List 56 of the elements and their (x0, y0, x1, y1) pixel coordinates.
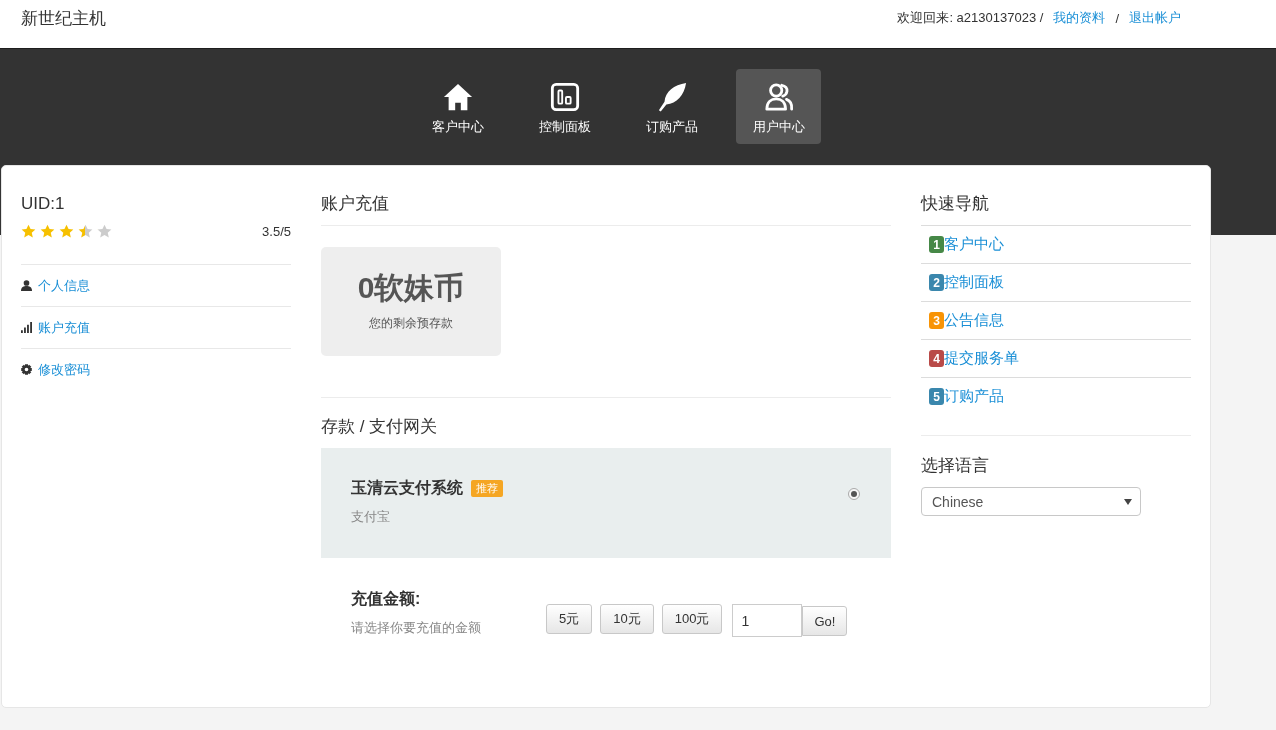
nav-tab[interactable]: 订购产品 (629, 69, 714, 144)
number-badge: 2 (929, 274, 944, 291)
menu-link[interactable]: 修改密码 (21, 360, 90, 379)
section-title: 选择语言 (921, 455, 989, 477)
menu-link[interactable]: 个人信息 (21, 276, 90, 295)
language-select[interactable]: Chinese (921, 487, 1141, 516)
amount-button[interactable]: 10元 (600, 604, 654, 634)
panel-icon (549, 81, 580, 112)
menu-link[interactable]: 账户充值 (21, 318, 90, 337)
quick-nav-link[interactable]: 4 提交服务单 (929, 349, 1019, 368)
gateway-option[interactable]: 玉清云支付系统 推荐 支付宝 (321, 448, 891, 558)
user-icon (21, 280, 32, 291)
section-title: 存款 / 支付网关 (321, 416, 438, 438)
nav-tab[interactable]: 用户中心 (736, 69, 821, 144)
gateway-name: 玉清云支付系统 (351, 478, 463, 498)
section-title: 账户充值 (321, 193, 389, 215)
submit-button[interactable]: Go! (802, 606, 848, 636)
amount-button[interactable]: 100元 (661, 604, 723, 634)
site-title: 新世纪主机 (21, 7, 106, 30)
recommend-badge: 推荐 (471, 479, 503, 497)
users-icon (763, 81, 794, 112)
link-separator: / (1115, 10, 1119, 26)
radio-button[interactable] (848, 488, 860, 500)
star-icon (59, 223, 74, 239)
amount-input[interactable]: 1 (732, 604, 803, 637)
number-badge: 3 (929, 312, 944, 329)
feather-icon (656, 81, 687, 112)
number-badge: 5 (929, 388, 944, 405)
nav-tab[interactable]: 客户中心 (415, 69, 500, 144)
quick-nav-link[interactable]: 5 订购产品 (929, 387, 1004, 406)
balance-amount: 0软妹币 (357, 270, 465, 306)
user-id: UID:1 (21, 193, 65, 215)
caret-icon (1124, 498, 1132, 505)
quick-nav-link[interactable]: 2 控制面板 (929, 273, 1004, 292)
amount-label: 充值金额: (351, 589, 421, 609)
rating-score: 3.5/5 (262, 223, 291, 239)
nav-tab[interactable]: 控制面板 (522, 69, 607, 144)
quick-nav-link[interactable]: 1 客户中心 (929, 235, 1004, 254)
logout-link[interactable]: 退出帐户 (1129, 9, 1181, 27)
gateway-method: 支付宝 (351, 508, 391, 526)
number-badge: 1 (929, 236, 944, 253)
home-icon (442, 81, 473, 112)
star-icon (78, 223, 93, 239)
section-title: 快速导航 (921, 193, 989, 215)
star-icon (40, 223, 55, 239)
gear-icon (21, 364, 32, 375)
amount-button[interactable]: 5元 (546, 604, 593, 634)
number-badge: 4 (929, 350, 944, 367)
balance-caption: 您的剩余预存款 (369, 315, 453, 332)
quick-nav-link[interactable]: 3 公告信息 (929, 311, 1004, 330)
star-icon (21, 223, 36, 239)
profile-link[interactable]: 我的资料 (1053, 9, 1106, 27)
signal-bars-icon (21, 322, 32, 333)
amount-hint: 请选择你要充值的金额 (351, 619, 481, 637)
welcome-text: 欢迎回来: a2130137023 / (897, 9, 1044, 27)
star-icon (97, 223, 112, 239)
